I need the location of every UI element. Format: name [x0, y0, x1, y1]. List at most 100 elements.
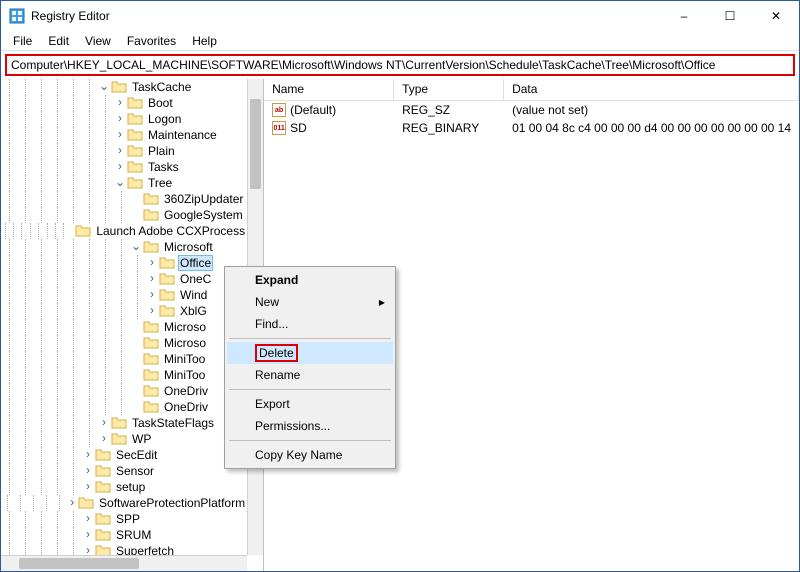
app-icon	[9, 8, 25, 24]
tree-item[interactable]: ›TaskStateFlags	[1, 415, 247, 431]
tree-hscrollbar[interactable]	[1, 555, 247, 571]
content: ⌄TaskCache›Boot›Logon›Maintenance›Plain›…	[1, 79, 799, 571]
expand-toggle-icon[interactable]: ›	[113, 127, 127, 143]
titlebar: Registry Editor – ☐ ✕	[1, 1, 799, 31]
expand-toggle-icon[interactable]: ›	[81, 511, 95, 527]
expand-toggle-icon[interactable]: ›	[81, 463, 95, 479]
tree-item[interactable]: › OneC	[1, 271, 247, 287]
values-body: ab(Default)REG_SZ(value not set)011SDREG…	[264, 101, 799, 137]
tree-item[interactable]: ›WP	[1, 431, 247, 447]
folder-icon	[143, 383, 159, 399]
expand-toggle-icon[interactable]: ›	[81, 479, 95, 495]
expand-toggle-icon[interactable]: ›	[113, 143, 127, 159]
menu-item-copy-key-name[interactable]: Copy Key Name	[227, 444, 393, 466]
tree-item-label: OneC	[178, 272, 213, 286]
folder-icon	[111, 415, 127, 431]
folder-icon	[127, 127, 143, 143]
tree-item-label: Wind	[178, 288, 209, 302]
expand-toggle-icon[interactable]: ›	[113, 159, 127, 175]
tree-item[interactable]: ›Tasks	[1, 159, 247, 175]
collapse-toggle-icon[interactable]: ⌄	[113, 175, 127, 191]
tree-item[interactable]: MiniToo	[1, 351, 247, 367]
col-name[interactable]: Name	[264, 79, 394, 100]
expand-toggle-icon[interactable]: ›	[97, 415, 111, 431]
tree-item-label: 360ZipUpdater	[162, 192, 245, 206]
tree-item-label: OneDriv	[162, 384, 210, 398]
expand-toggle-icon[interactable]: ›	[81, 543, 95, 555]
tree-inner[interactable]: ⌄TaskCache›Boot›Logon›Maintenance›Plain›…	[1, 79, 247, 555]
tree-item[interactable]: ›Sensor	[1, 463, 247, 479]
folder-icon	[159, 287, 175, 303]
maximize-button[interactable]: ☐	[707, 1, 753, 31]
window-title: Registry Editor	[31, 9, 661, 23]
tree-item[interactable]: OneDriv	[1, 383, 247, 399]
tree-item-label: Maintenance	[146, 128, 219, 142]
expand-toggle-icon[interactable]: ›	[67, 495, 78, 511]
tree-item[interactable]: ›XblG	[1, 303, 247, 319]
addressbar[interactable]: Computer\HKEY_LOCAL_MACHINE\SOFTWARE\Mic…	[5, 54, 795, 76]
tree-item[interactable]: ⌄Microsoft	[1, 239, 247, 255]
folder-icon	[159, 303, 175, 319]
col-type[interactable]: Type	[394, 79, 504, 100]
menu-item-rename[interactable]: Rename	[227, 364, 393, 386]
tree-item[interactable]: Microso	[1, 319, 247, 335]
expand-toggle-icon[interactable]: ›	[145, 303, 159, 319]
expand-toggle-icon[interactable]: ›	[113, 111, 127, 127]
tree-noexpand	[129, 207, 143, 223]
tree-item[interactable]: ›Logon	[1, 111, 247, 127]
expand-toggle-icon[interactable]: ›	[81, 527, 95, 543]
menu-favorites[interactable]: Favorites	[121, 32, 182, 50]
expand-toggle-icon[interactable]: ›	[113, 95, 127, 111]
folder-icon	[95, 543, 111, 555]
expand-toggle-icon[interactable]: ›	[81, 447, 95, 463]
tree-item[interactable]: › Wind	[1, 287, 247, 303]
tree-item[interactable]: ⌄Tree	[1, 175, 247, 191]
tree-item[interactable]: ›SRUM	[1, 527, 247, 543]
tree-item[interactable]: ›Boot	[1, 95, 247, 111]
col-data[interactable]: Data	[504, 79, 799, 100]
tree-item[interactable]: › Office	[1, 255, 247, 271]
menu-item-delete[interactable]: Delete	[227, 342, 393, 364]
tree-item-label: Office	[178, 255, 213, 271]
menu-item-find[interactable]: Find...	[227, 313, 393, 335]
tree-noexpand	[129, 191, 143, 207]
tree-item[interactable]: MiniToo	[1, 367, 247, 383]
expand-toggle-icon[interactable]: ›	[145, 255, 159, 271]
collapse-toggle-icon[interactable]: ⌄	[129, 239, 143, 255]
value-row[interactable]: ab(Default)REG_SZ(value not set)	[264, 101, 799, 119]
tree-hscroll-thumb[interactable]	[19, 558, 139, 569]
folder-icon	[143, 319, 159, 335]
tree-item[interactable]: Microso	[1, 335, 247, 351]
tree-item[interactable]: 360ZipUpdater	[1, 191, 247, 207]
tree-item[interactable]: OneDriv	[1, 399, 247, 415]
tree-item-label: SecEdit	[114, 448, 159, 462]
menu-item-expand[interactable]: Expand	[227, 269, 393, 291]
collapse-toggle-icon[interactable]: ⌄	[97, 79, 111, 95]
menu-item-export[interactable]: Export	[227, 393, 393, 415]
values-header: Name Type Data	[264, 79, 799, 101]
tree-item[interactable]: Launch Adobe CCXProcess	[1, 223, 247, 239]
folder-icon	[95, 463, 111, 479]
tree-item[interactable]: ›setup	[1, 479, 247, 495]
expand-toggle-icon[interactable]: ›	[145, 271, 159, 287]
close-button[interactable]: ✕	[753, 1, 799, 31]
value-row[interactable]: 011SDREG_BINARY01 00 04 8c c4 00 00 00 d…	[264, 119, 799, 137]
expand-toggle-icon[interactable]: ›	[97, 431, 111, 447]
tree-item[interactable]: ›SPP	[1, 511, 247, 527]
tree-item[interactable]: ⌄TaskCache	[1, 79, 247, 95]
menu-item-permissions[interactable]: Permissions...	[227, 415, 393, 437]
tree-item[interactable]: › Maintenance	[1, 127, 247, 143]
menu-item-new[interactable]: New▶	[227, 291, 393, 313]
tree-item[interactable]: ›SoftwareProtectionPlatform	[1, 495, 247, 511]
tree-item[interactable]: › SecEdit	[1, 447, 247, 463]
menu-view[interactable]: View	[79, 32, 117, 50]
menu-help[interactable]: Help	[186, 32, 223, 50]
expand-toggle-icon[interactable]: ›	[145, 287, 159, 303]
tree-vscroll-thumb[interactable]	[250, 99, 261, 189]
menu-file[interactable]: File	[7, 32, 38, 50]
tree-item[interactable]: ›Superfetch	[1, 543, 247, 555]
tree-item[interactable]: GoogleSystem	[1, 207, 247, 223]
menu-edit[interactable]: Edit	[42, 32, 75, 50]
tree-item[interactable]: ›Plain	[1, 143, 247, 159]
minimize-button[interactable]: –	[661, 1, 707, 31]
